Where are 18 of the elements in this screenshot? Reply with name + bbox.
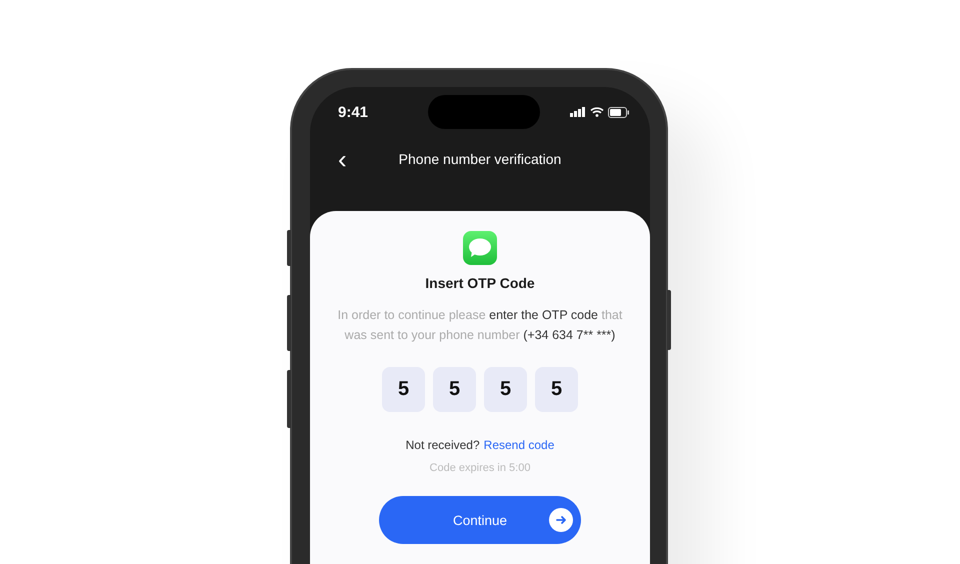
otp-digit-field[interactable]: 5 — [484, 367, 527, 412]
resend-prompt: Not received? — [406, 438, 480, 452]
back-button[interactable]: ‹ — [334, 146, 351, 172]
resend-link[interactable]: Resend code — [484, 438, 554, 452]
otp-digit-field[interactable]: 5 — [382, 367, 425, 412]
otp-digit-field[interactable]: 5 — [433, 367, 476, 412]
message-icon — [463, 231, 497, 265]
signal-icon — [570, 107, 586, 117]
expiry-text: Code expires in 5:00 — [430, 462, 530, 474]
otp-digit-field[interactable]: 5 — [535, 367, 578, 412]
status-time: 9:41 — [338, 104, 368, 120]
battery-icon — [608, 106, 630, 118]
screen-title: Phone number verification — [398, 151, 562, 167]
continue-button[interactable]: Continue — [379, 496, 581, 544]
instruction-text: In order to continue please enter the OTP code that was sent to your phone number (+34 634 7** ***) — [336, 307, 624, 344]
card-title: Insert OTP Code — [425, 275, 535, 291]
arrow-right-icon — [549, 508, 573, 532]
wifi-icon — [590, 107, 604, 117]
